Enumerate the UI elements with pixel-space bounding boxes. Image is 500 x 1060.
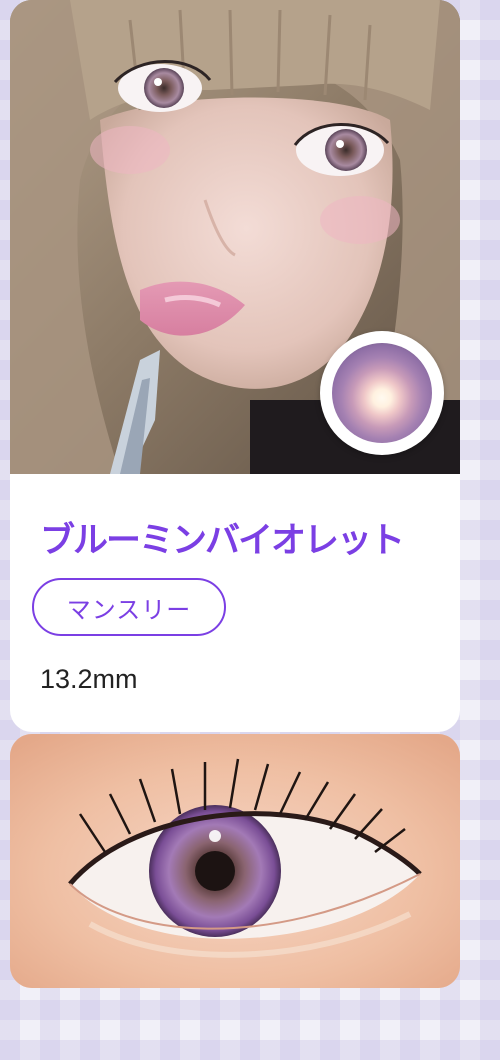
diameter-value: 13.2mm	[40, 664, 138, 694]
violet-lens-icon	[332, 343, 432, 443]
type-badge: マンスリー	[32, 578, 226, 636]
product-name: ブルーミンバイオレット	[40, 521, 405, 561]
product-card[interactable]: ブルーミンバイオレット マンスリー 13.2mm	[10, 0, 460, 732]
lens-sample	[320, 331, 444, 455]
model-photo	[10, 0, 460, 474]
eye-closeup-photo	[10, 734, 460, 988]
